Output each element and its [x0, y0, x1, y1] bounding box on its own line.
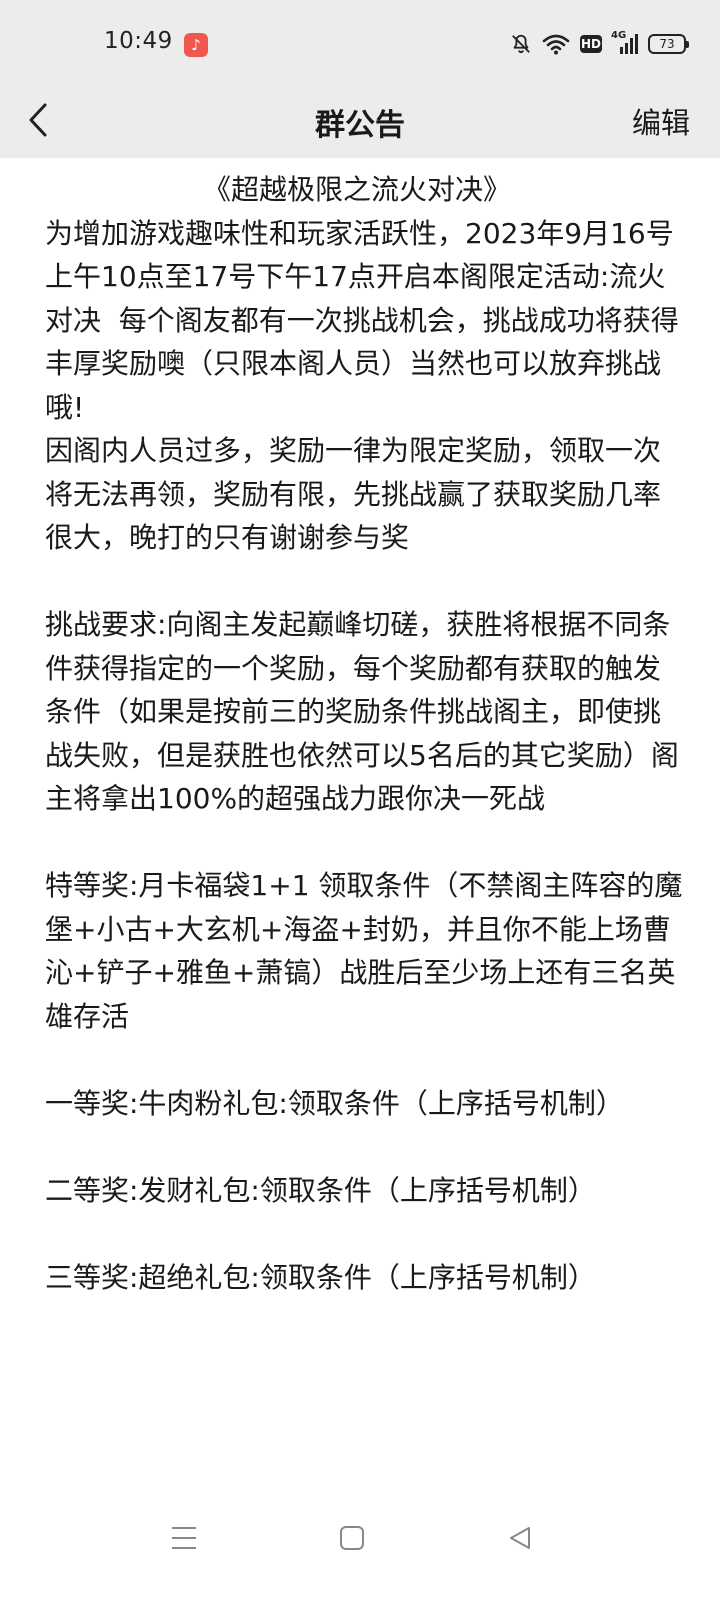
prize-first: 一等奖:牛肉粉礼包:领取条件（上序括号机制） — [45, 1086, 624, 1120]
home-icon — [340, 1526, 364, 1550]
hd-icon: HD — [580, 35, 602, 53]
status-bar: 10:49 ♪ HD 4G 73 — [0, 0, 720, 88]
announcement-paragraph-1: 为增加游戏趣味性和玩家活跃性，2023年9月16号上午10点至17号下午17点开… — [45, 216, 679, 424]
status-time: 10:49 — [104, 28, 173, 54]
page-title: 群公告 — [315, 108, 405, 143]
prize-third: 三等奖:超绝礼包:领取条件（上序括号机制） — [45, 1260, 596, 1294]
mute-bell-icon — [510, 33, 532, 55]
system-navigation-bar — [0, 1488, 720, 1600]
back-triangle-icon — [510, 1527, 530, 1549]
top-area: 10:49 ♪ HD 4G 73 群公告 编辑 — [0, 0, 720, 158]
menu-icon — [172, 1527, 196, 1549]
battery-icon: 73 — [648, 34, 689, 54]
signal-4g-icon: 4G — [611, 30, 638, 55]
nav-bar: 群公告 编辑 — [0, 88, 720, 158]
music-app-icon: ♪ — [184, 33, 208, 57]
announcement-paragraph-2: 因阁内人员过多，奖励一律为限定奖励，领取一次将无法再领，奖励有限，先挑战赢了获取… — [45, 434, 662, 554]
prize-second: 二等奖:发财礼包:领取条件（上序括号机制） — [45, 1173, 596, 1207]
status-icons: HD 4G 73 — [510, 30, 689, 58]
menu-button[interactable] — [164, 1518, 204, 1558]
announcement-paragraph-3: 挑战要求:向阁主发起巅峰切磋，获胜将根据不同条件获得指定的一个奖励，每个奖励都有… — [45, 608, 679, 815]
wifi-icon — [542, 33, 570, 55]
prize-special: 特等奖:月卡福袋1+1 领取条件（不禁阁主阵容的魔堡+小古+大玄机+海盗+封奶，… — [45, 869, 683, 1033]
announcement-title: 《超越极限之流火对决》 — [202, 173, 511, 206]
nav-back-button[interactable] — [500, 1518, 540, 1558]
announcement-content: 《超越极限之流火对决》 为增加游戏趣味性和玩家活跃性，2023年9月16号上午1… — [45, 168, 685, 1299]
home-button[interactable] — [332, 1518, 372, 1558]
edit-button[interactable]: 编辑 — [632, 100, 690, 142]
network-type-label: 4G — [611, 30, 627, 41]
